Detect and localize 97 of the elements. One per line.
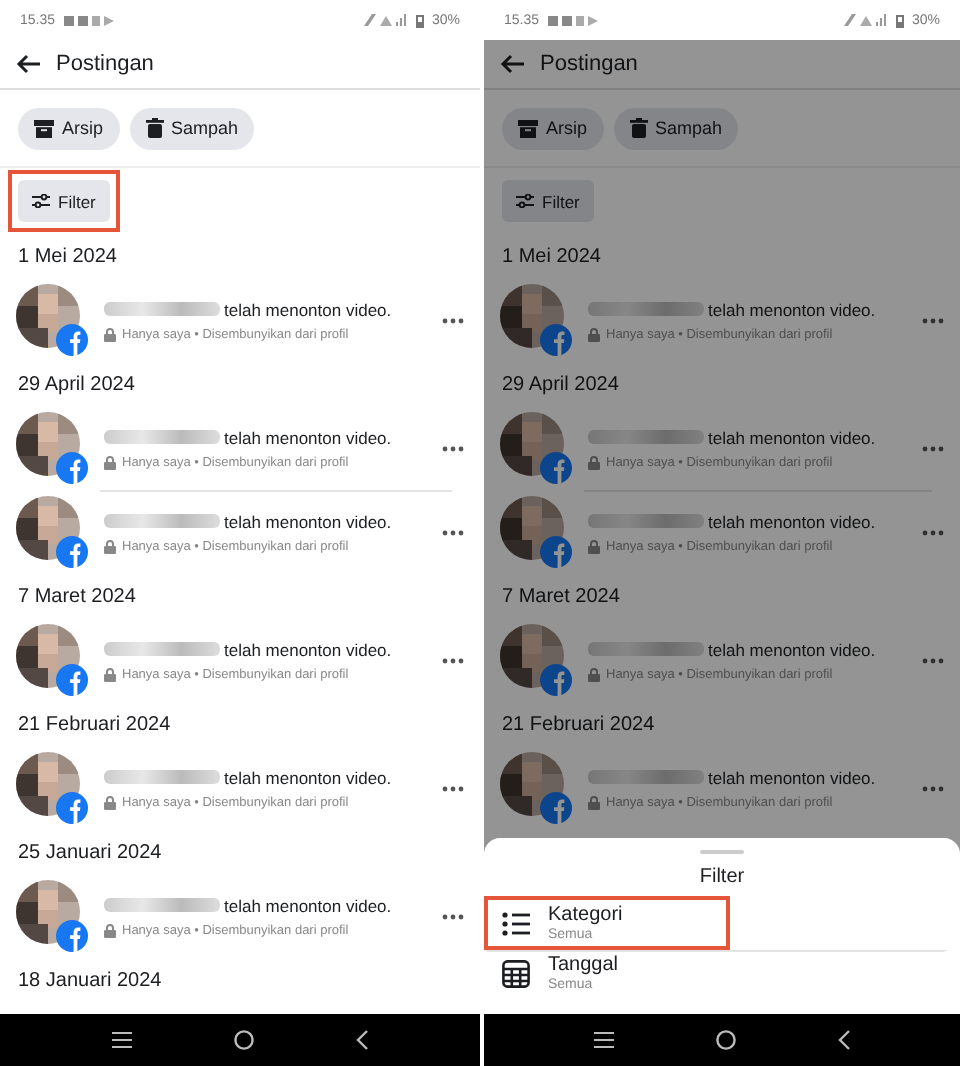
more-icon[interactable] (922, 445, 944, 451)
activity-text: telah menonton video. (224, 511, 392, 531)
badge-icon (56, 920, 88, 952)
more-icon[interactable] (442, 657, 464, 663)
lock-icon (588, 455, 600, 469)
date-heading: 7 Maret 2024 (16, 583, 138, 611)
lock-icon (104, 455, 116, 469)
lock-icon (588, 667, 600, 681)
activity-text: telah menonton video. (224, 299, 392, 319)
redacted-name (588, 770, 704, 784)
notification-icon (547, 15, 598, 25)
lock-icon (104, 327, 116, 341)
menu-icon[interactable] (594, 1032, 615, 1048)
redacted-name (588, 642, 704, 656)
trash-chip[interactable]: Sampah (129, 107, 255, 149)
battery-icon (415, 13, 424, 27)
page-title: Postingan (56, 52, 154, 76)
more-icon[interactable] (922, 657, 944, 663)
activity-text: telah menonton video. (708, 427, 876, 447)
back-icon[interactable] (16, 54, 40, 74)
date-heading: 29 April 2024 (16, 371, 137, 399)
activity-text: telah menonton video. (708, 511, 876, 531)
redacted-name (104, 642, 220, 656)
badge-icon (56, 324, 88, 356)
redacted-name (588, 430, 704, 444)
lock-icon (588, 539, 600, 553)
redacted-name (104, 770, 220, 784)
more-icon[interactable] (922, 785, 944, 791)
filter-button[interactable]: Filter (18, 180, 110, 222)
redacted-name (588, 514, 704, 528)
trash-icon (629, 118, 648, 138)
more-icon[interactable] (442, 785, 464, 791)
back-icon[interactable] (500, 54, 524, 74)
back-icon[interactable] (837, 1030, 850, 1050)
more-icon[interactable] (922, 317, 944, 323)
activity-text: telah menonton video. (708, 639, 876, 659)
lock-icon (588, 795, 600, 809)
home-icon[interactable] (715, 1030, 736, 1050)
redacted-name (104, 898, 220, 912)
date-heading: 1 Mei 2024 (16, 243, 119, 271)
redacted-name (104, 514, 220, 528)
archive-icon (518, 119, 538, 137)
home-icon[interactable] (233, 1030, 254, 1050)
lock-icon (104, 539, 116, 553)
badge-icon (540, 664, 572, 696)
trash-icon (145, 118, 164, 138)
badge-icon (56, 452, 88, 484)
redacted-name (588, 302, 704, 316)
activity-text: telah menonton video. (224, 767, 392, 787)
archive-chip[interactable]: Arsip (18, 107, 120, 149)
more-icon[interactable] (442, 445, 464, 451)
lock-icon (104, 795, 116, 809)
page-title: Postingan (540, 52, 638, 76)
lock-icon (588, 327, 600, 341)
activity-text: telah menonton video. (224, 895, 392, 915)
more-icon[interactable] (922, 529, 944, 535)
lock-icon (104, 923, 116, 937)
badge-icon (540, 324, 572, 356)
notification-icon (63, 15, 114, 25)
badge-icon (540, 536, 572, 568)
back-icon[interactable] (356, 1030, 369, 1050)
date-heading: 25 Januari 2024 (16, 839, 164, 867)
badge-icon (540, 792, 572, 824)
more-icon[interactable] (442, 913, 464, 919)
date-heading: 29 April 2024 (500, 371, 621, 399)
badge-icon (56, 536, 88, 568)
menu-icon[interactable] (111, 1032, 132, 1048)
more-icon[interactable] (442, 529, 464, 535)
activity-text: telah menonton video. (708, 767, 876, 787)
archive-chip[interactable]: Arsip (502, 107, 604, 149)
badge-icon (56, 792, 88, 824)
list-icon (502, 911, 530, 935)
filter-button[interactable]: Filter (502, 180, 594, 222)
trash-chip[interactable]: Sampah (613, 107, 739, 149)
redacted-name (104, 430, 220, 444)
badge-icon (540, 452, 572, 484)
date-heading: 21 Februari 2024 (16, 711, 173, 739)
redacted-name (104, 302, 220, 316)
date-heading: 7 Maret 2024 (500, 583, 622, 611)
lock-icon (104, 667, 116, 681)
date-heading: 1 Mei 2024 (500, 243, 603, 271)
drag-handle[interactable] (700, 850, 744, 854)
calendar-icon (502, 959, 530, 987)
signal-icon (843, 14, 888, 26)
date-heading: 21 Februari 2024 (500, 711, 657, 739)
activity-text: telah menonton video. (224, 427, 392, 447)
sheet-title: Filter (699, 866, 745, 888)
activity-text: telah menonton video. (708, 299, 876, 319)
badge-icon (56, 664, 88, 696)
signal-icon (363, 14, 408, 26)
sliders-icon (516, 194, 534, 208)
battery-icon (895, 13, 904, 27)
activity-text: telah menonton video. (224, 639, 392, 659)
more-icon[interactable] (442, 317, 464, 323)
archive-icon (34, 119, 54, 137)
sliders-icon (32, 194, 50, 208)
date-heading: 18 Januari 2024 (16, 967, 164, 995)
